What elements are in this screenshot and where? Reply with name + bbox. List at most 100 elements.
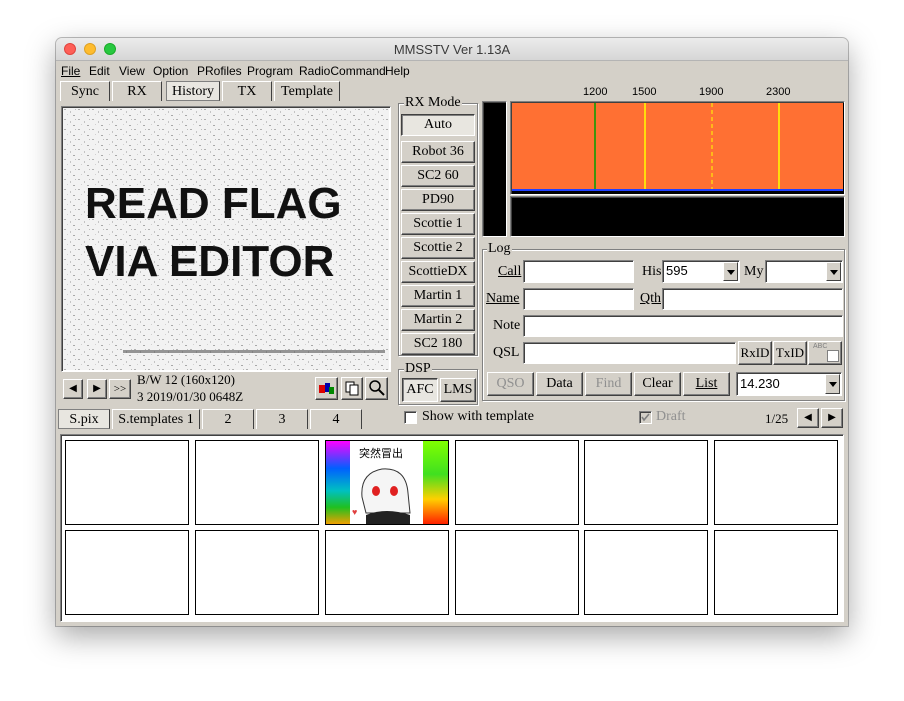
prev-image-button[interactable]: ◀ xyxy=(63,379,83,399)
zoom-button[interactable] xyxy=(365,377,388,400)
list-button[interactable]: List xyxy=(683,372,730,396)
stock-tab-spix[interactable]: S.pix xyxy=(58,409,110,429)
data-button[interactable]: Data xyxy=(536,372,583,396)
thumbnail-slot[interactable] xyxy=(714,440,838,525)
rx-mode-scottie2-button[interactable]: Scottie 2 xyxy=(401,237,475,259)
rx-mode-sc2-180-button[interactable]: SC2 180 xyxy=(401,333,475,355)
lms-button[interactable]: LMS xyxy=(440,378,476,402)
note-input[interactable] xyxy=(523,315,843,337)
draft-checkbox[interactable] xyxy=(639,411,652,424)
app-window: MMSSTV Ver 1.13A File Edit View Option P… xyxy=(56,38,848,626)
spectrum-display xyxy=(510,101,845,195)
chevron-down-icon xyxy=(723,262,738,281)
image-date-label: 3 2019/01/30 0648Z xyxy=(137,389,244,404)
qth-label: Qth xyxy=(640,291,661,306)
menu-option[interactable]: Option xyxy=(153,64,188,78)
find-button[interactable]: Find xyxy=(585,372,632,396)
tab-template[interactable]: Template xyxy=(274,81,340,101)
tab-sync[interactable]: Sync xyxy=(60,81,110,101)
image-text-line2: VIA EDITOR xyxy=(85,237,334,286)
rx-mode-label: RX Mode xyxy=(404,95,462,111)
menu-bar: File Edit View Option PRofiles Program R… xyxy=(56,61,848,79)
tab-rx[interactable]: RX xyxy=(112,81,162,101)
thumbnail-slot[interactable] xyxy=(65,440,189,525)
magnifier-icon xyxy=(369,380,385,396)
rx-mode-scottie1-button[interactable]: Scottie 1 xyxy=(401,213,475,235)
page-prev-button[interactable]: ◀ xyxy=(797,408,819,428)
qsl-label: QSL xyxy=(493,345,520,360)
rx-mode-martin1-button[interactable]: Martin 1 xyxy=(401,285,475,307)
stock-tab-templates1[interactable]: S.templates 1 xyxy=(112,409,200,429)
my-select[interactable] xyxy=(765,260,843,283)
chevron-down-icon xyxy=(826,262,841,281)
dsp-label: DSP xyxy=(404,361,432,377)
menu-program[interactable]: Program xyxy=(247,64,293,78)
thumbnail-slot[interactable] xyxy=(584,440,708,525)
checkmark-icon xyxy=(641,413,650,422)
copy-icon xyxy=(345,381,359,396)
next-image-button[interactable]: ▶ xyxy=(87,379,107,399)
abc-button[interactable]: ABC xyxy=(808,341,842,365)
draft-label: Draft xyxy=(656,409,686,424)
tick-2300: 2300 xyxy=(766,86,791,98)
menu-radiocommand[interactable]: RadioCommand xyxy=(299,64,386,78)
thumbnail-slot[interactable] xyxy=(195,530,319,615)
thumbnail-slot-filled[interactable]: 突然冒出 ♥ xyxy=(325,440,449,525)
qsl-input[interactable] xyxy=(523,342,736,364)
frequency-select[interactable]: 14.230 xyxy=(736,372,842,396)
menu-edit[interactable]: Edit xyxy=(89,64,110,78)
my-label: My xyxy=(744,264,764,279)
afc-button[interactable]: AFC xyxy=(402,378,438,402)
anime-thumbnail-image: 突然冒出 ♥ xyxy=(326,441,448,524)
call-input[interactable] xyxy=(523,260,634,283)
abc-box-icon xyxy=(827,350,839,362)
thumbnail-slot[interactable] xyxy=(584,530,708,615)
rx-mode-robot36-button[interactable]: Robot 36 xyxy=(401,141,475,163)
his-select[interactable]: 595 xyxy=(662,260,740,283)
image-mode-label: B/W 12 (160x120) xyxy=(137,372,235,387)
stock-tab-2[interactable]: 2 xyxy=(202,409,254,429)
menu-view[interactable]: View xyxy=(119,64,145,78)
rx-mode-pd90-button[interactable]: PD90 xyxy=(401,189,475,211)
rx-mode-scottiedx-button[interactable]: ScottieDX xyxy=(401,261,475,283)
name-label: Name xyxy=(486,291,520,306)
show-with-template-checkbox[interactable] xyxy=(404,411,417,424)
thumbnail-slot[interactable] xyxy=(455,530,579,615)
frequency-value: 14.230 xyxy=(740,376,780,391)
spectrum-graph xyxy=(512,103,843,191)
chevron-down-icon xyxy=(825,374,840,394)
tick-1900: 1900 xyxy=(699,86,724,98)
thumbnail-slot[interactable] xyxy=(65,530,189,615)
log-label: Log xyxy=(487,241,512,257)
txid-button[interactable]: TxID xyxy=(773,341,807,365)
qth-input[interactable] xyxy=(662,288,843,310)
clear-button[interactable]: Clear xyxy=(634,372,681,396)
palette-icon xyxy=(319,383,334,394)
rx-mode-martin2-button[interactable]: Martin 2 xyxy=(401,309,475,331)
tab-tx[interactable]: TX xyxy=(222,81,272,101)
name-input[interactable] xyxy=(523,288,634,310)
qso-button[interactable]: QSO xyxy=(487,372,534,396)
page-next-button[interactable]: ▶ xyxy=(821,408,843,428)
menu-profiles[interactable]: PRofiles xyxy=(197,64,242,78)
page-indicator: 1/25 xyxy=(765,411,789,426)
his-label: His xyxy=(642,264,662,279)
menu-help[interactable]: Help xyxy=(385,64,410,78)
tick-1500: 1500 xyxy=(632,86,657,98)
stock-tab-3[interactable]: 3 xyxy=(256,409,308,429)
thumbnail-slot[interactable] xyxy=(325,530,449,615)
tick-1200: 1200 xyxy=(583,86,608,98)
menu-file[interactable]: File xyxy=(61,64,80,78)
copy-button[interactable] xyxy=(341,377,363,400)
rx-mode-auto-button[interactable]: Auto xyxy=(401,114,475,136)
color-picker-button[interactable] xyxy=(315,377,338,400)
rx-mode-sc2-60-button[interactable]: SC2 60 xyxy=(401,165,475,187)
thumbnail-slot[interactable] xyxy=(714,530,838,615)
last-image-button[interactable]: >> xyxy=(109,379,131,399)
thumbnail-slot[interactable] xyxy=(195,440,319,525)
tab-history[interactable]: History xyxy=(166,81,220,101)
thumbnail-slot[interactable] xyxy=(455,440,579,525)
rxid-button[interactable]: RxID xyxy=(738,341,772,365)
his-value: 595 xyxy=(666,263,688,278)
stock-tab-4[interactable]: 4 xyxy=(310,409,362,429)
